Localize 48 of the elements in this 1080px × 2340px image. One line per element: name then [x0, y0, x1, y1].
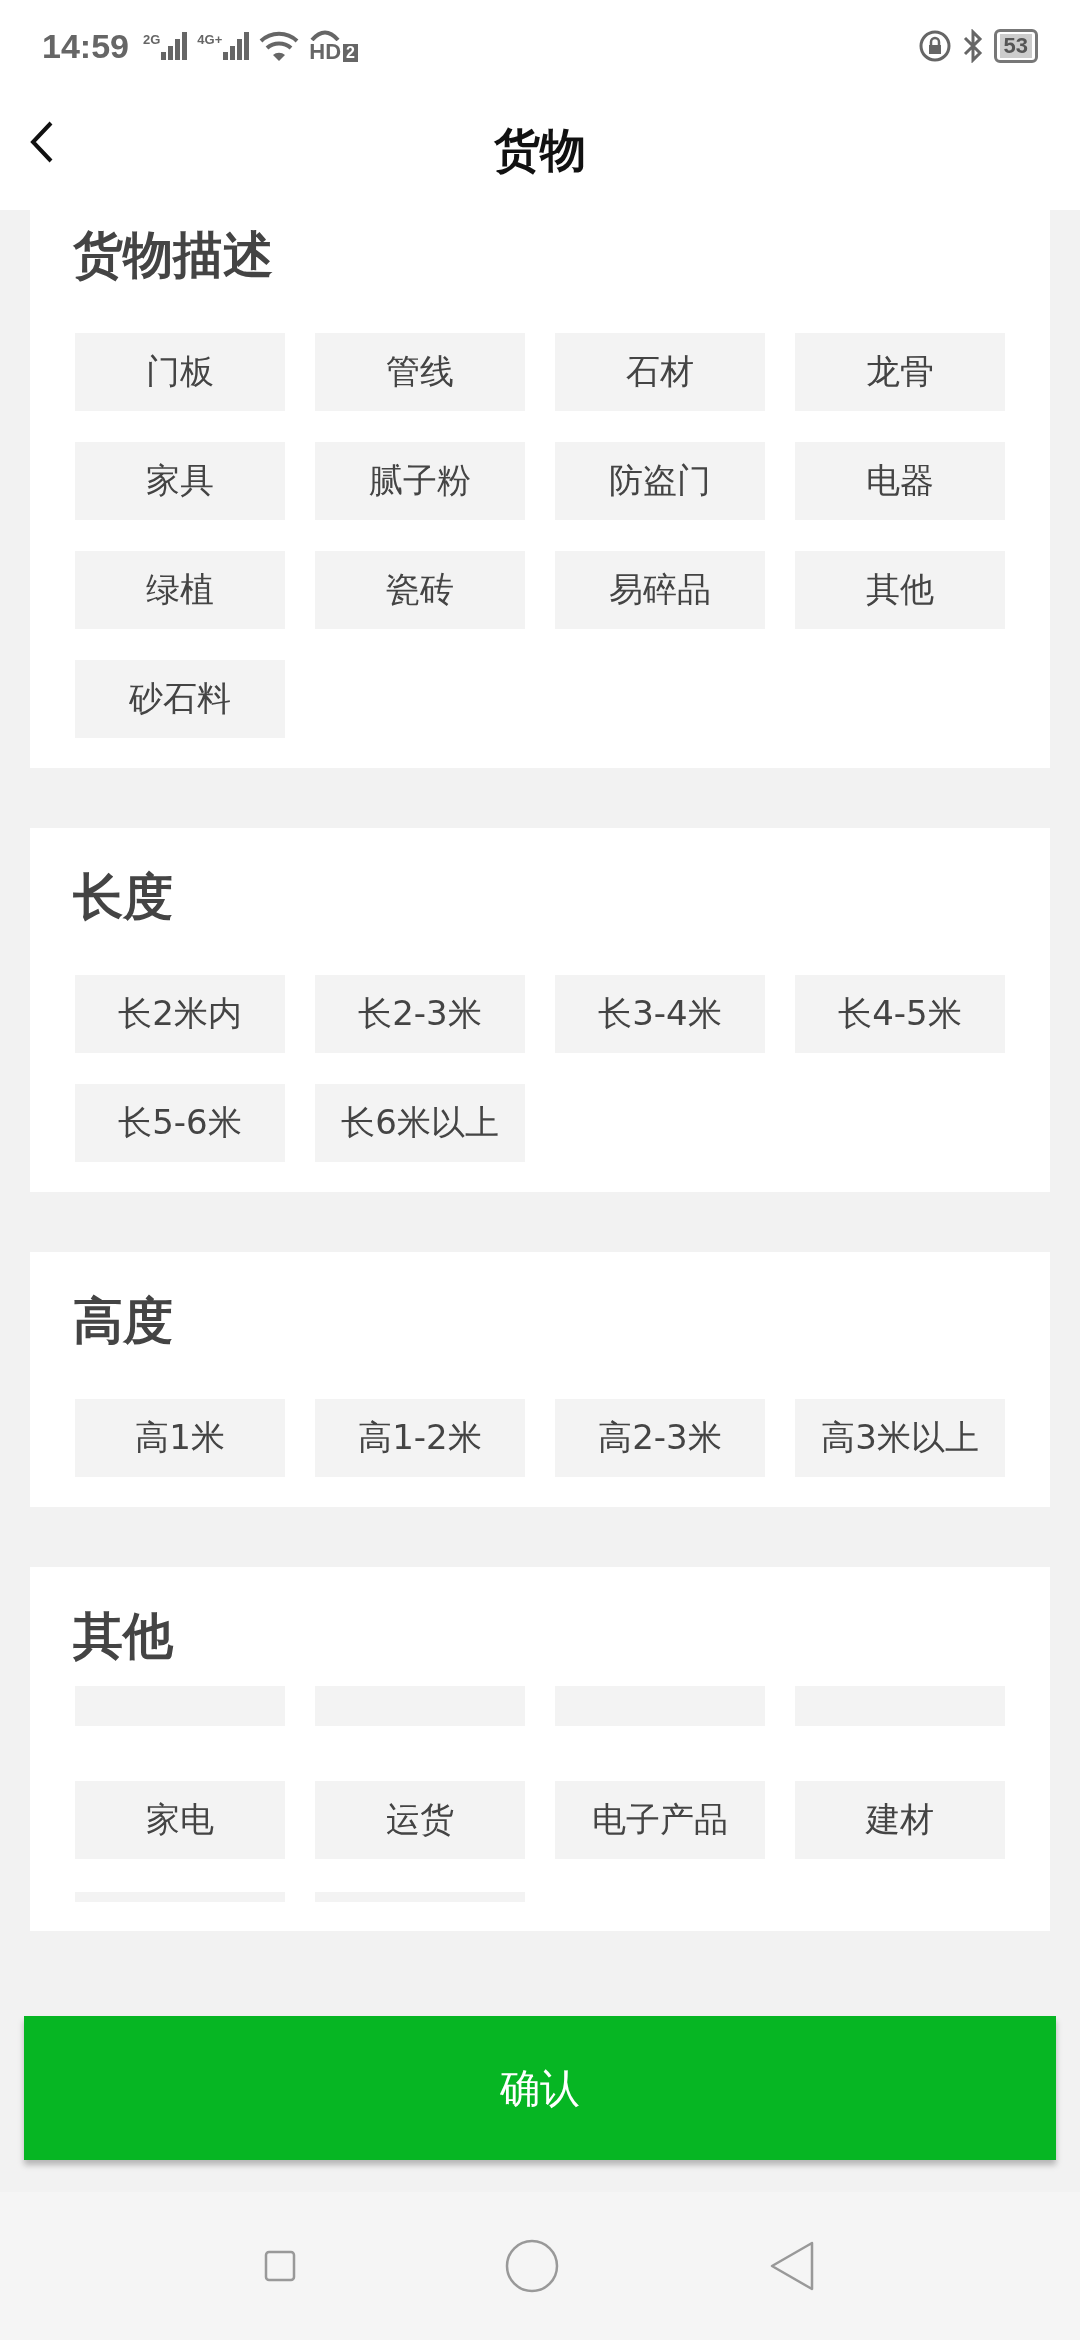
option-chip[interactable]: 长3-4米: [555, 975, 765, 1053]
clock-time: 14:59: [42, 26, 129, 66]
option-chip[interactable]: 长5-6米: [75, 1084, 285, 1162]
wifi-icon: [259, 30, 300, 62]
option-chip[interactable]: 砂石料: [75, 660, 285, 738]
network-label: 4G+: [197, 32, 223, 47]
circle-icon[interactable]: [504, 2238, 560, 2294]
hd-label: HD: [309, 41, 342, 63]
option-chip[interactable]: 家电: [75, 1781, 285, 1859]
option-chip[interactable]: 家具: [75, 442, 285, 520]
option-chip[interactable]: 建材: [795, 1781, 1005, 1859]
bluetooth-icon: [961, 29, 984, 63]
rotation-lock-icon: [917, 29, 952, 63]
option-chip[interactable]: 绿植: [75, 551, 285, 629]
option-chip[interactable]: 高1-2米: [315, 1399, 525, 1477]
option-chip[interactable]: 其他: [795, 551, 1005, 629]
option-chip[interactable]: 长2米内: [75, 975, 285, 1053]
section-title: 其他: [73, 1606, 174, 1667]
signal-icon: [161, 32, 188, 60]
network-label: 2G: [142, 32, 161, 47]
back-icon[interactable]: [30, 120, 54, 164]
back-triangle-icon[interactable]: [768, 2240, 816, 2292]
option-chip[interactable]: 运货: [315, 1781, 525, 1859]
battery-icon: 53: [993, 29, 1038, 63]
option-chip[interactable]: 龙骨: [795, 333, 1005, 411]
option-chip[interactable]: 门板: [75, 333, 285, 411]
square-icon[interactable]: [264, 2250, 296, 2282]
option-chip[interactable]: 电子产品: [555, 1781, 765, 1859]
section-title: 高度: [73, 1291, 174, 1352]
page-title: 货物: [494, 122, 586, 179]
option-chip[interactable]: 高1米: [75, 1399, 285, 1477]
option-chip[interactable]: 长2-3米: [315, 975, 525, 1053]
sim-badge: 2: [343, 43, 358, 62]
option-chip[interactable]: 管线: [315, 333, 525, 411]
option-chip[interactable]: 腻子粉: [315, 442, 525, 520]
option-chip[interactable]: 高3米以上: [795, 1399, 1005, 1477]
option-chip[interactable]: 长4-5米: [795, 975, 1005, 1053]
option-chip[interactable]: 长6米以上: [315, 1084, 525, 1162]
option-chip[interactable]: 易碎品: [555, 551, 765, 629]
option-chip[interactable]: 瓷砖: [315, 551, 525, 629]
phone-icon: [310, 29, 341, 41]
option-chip[interactable]: 防盗门: [555, 442, 765, 520]
option-chip[interactable]: 高2-3米: [555, 1399, 765, 1477]
section-title: 货物描述: [73, 225, 274, 286]
option-chip[interactable]: 电器: [795, 442, 1005, 520]
signal-icon: [223, 32, 250, 60]
option-chip[interactable]: 石材: [555, 333, 765, 411]
section-title: 长度: [73, 867, 174, 928]
